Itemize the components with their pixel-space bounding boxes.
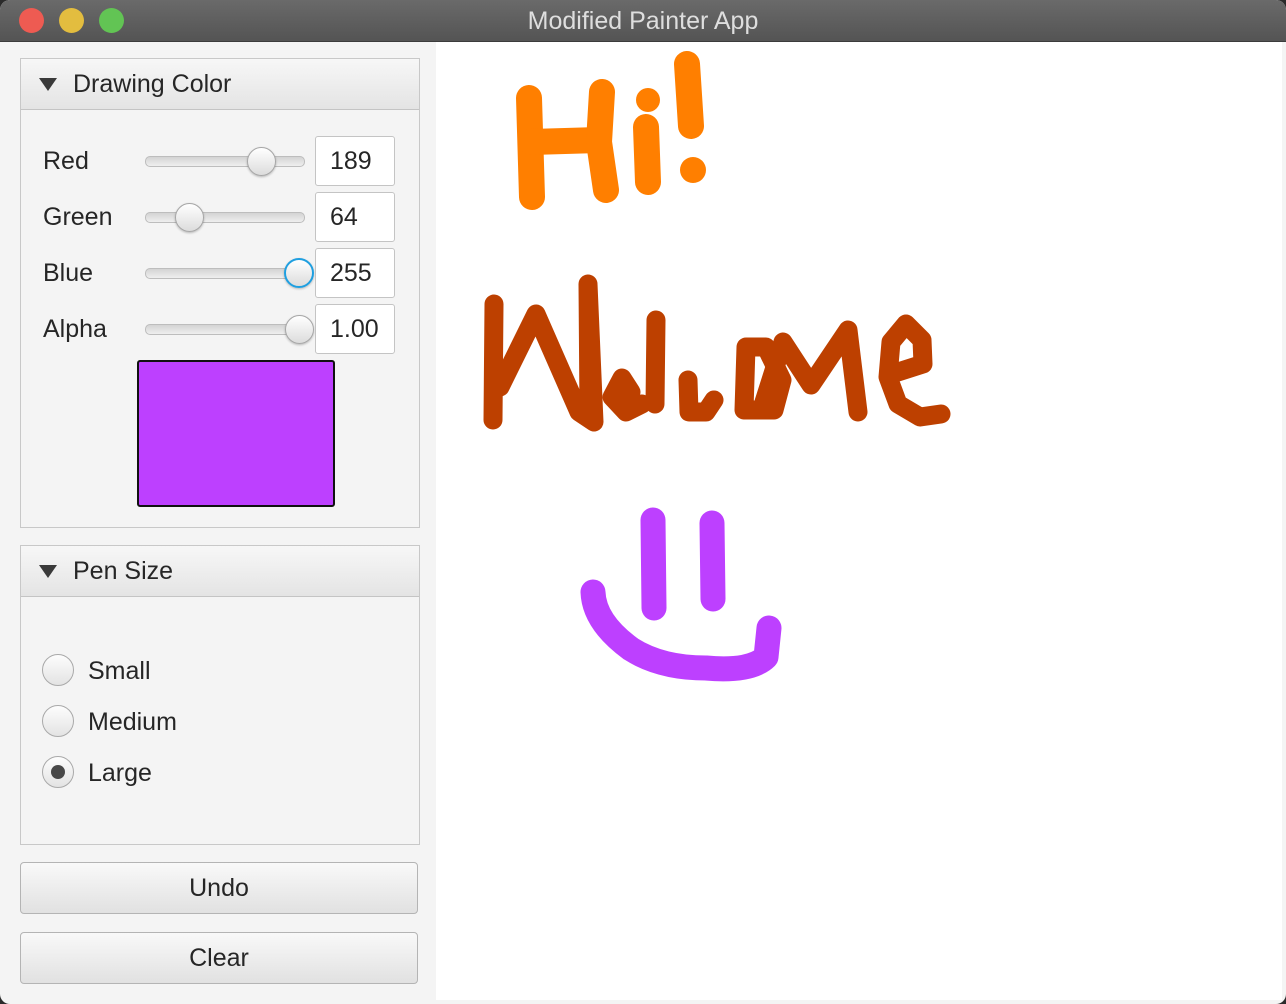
hi-strokes [516,51,704,210]
radio-selected-dot [51,765,65,779]
alpha-slider-track[interactable] [145,324,305,335]
red-slider-thumb[interactable] [247,147,276,176]
app-window: Modified Painter App Drawing Color Red 1… [0,0,1286,1004]
pen-size-title: Pen Size [73,557,174,585]
stroke [878,314,951,427]
collapse-arrow-icon [39,78,57,91]
stroke [602,368,652,422]
stroke [586,79,619,203]
green-label: Green [43,203,113,231]
green-slider-track[interactable] [145,212,305,223]
stroke-dot [636,88,660,112]
stroke [678,370,724,422]
pen-size-pane-header[interactable]: Pen Size [21,546,419,597]
stroke [640,507,667,621]
alpha-value-field[interactable]: 1.00 [315,304,395,354]
pen-size-medium-radio[interactable] [42,705,74,737]
drawing-color-pane: Drawing Color Red 189 Green 64 Blue 255 … [20,58,420,528]
stroke [580,579,782,682]
red-slider-track[interactable] [145,156,305,167]
stroke [633,114,661,195]
window-title: Modified Painter App [527,7,759,35]
color-preview-swatch [137,360,335,507]
title-bar: Modified Painter App [0,0,1286,42]
drawing-color-pane-header[interactable]: Drawing Color [21,59,419,110]
stroke [490,274,604,432]
blue-label: Blue [43,259,94,287]
welcome-strokes [483,274,951,432]
pen-size-medium-label: Medium [88,708,177,736]
green-value-field[interactable]: 64 [315,192,395,242]
pen-size-pane: Pen Size Small Medium Large [20,545,420,845]
red-label: Red [43,147,89,175]
alpha-label: Alpha [43,315,107,343]
stroke [699,510,726,612]
stroke [674,51,704,139]
undo-button[interactable]: Undo [20,862,418,914]
drawing-canvas[interactable] [436,42,1282,1000]
clear-button[interactable]: Clear [20,932,418,984]
blue-slider-track[interactable] [145,268,305,279]
blue-value-field[interactable]: 255 [315,248,395,298]
canvas-strokes [483,51,951,682]
red-value-field[interactable]: 189 [315,136,395,186]
drawing-color-title: Drawing Color [73,70,232,98]
pen-size-large-label: Large [88,759,152,787]
collapse-arrow-icon [39,565,57,578]
alpha-slider-thumb[interactable] [285,315,314,344]
pen-size-large-radio[interactable] [42,756,74,788]
smile-strokes [580,507,782,682]
stroke-dot [680,157,706,183]
blue-slider-thumb[interactable] [284,258,314,288]
stroke [483,294,504,430]
stroke [645,310,666,414]
pen-size-small-label: Small [88,657,151,685]
green-slider-thumb[interactable] [175,203,204,232]
pen-size-small-radio[interactable] [42,654,74,686]
control-sidebar: Drawing Color Red 189 Green 64 Blue 255 … [4,42,435,1000]
